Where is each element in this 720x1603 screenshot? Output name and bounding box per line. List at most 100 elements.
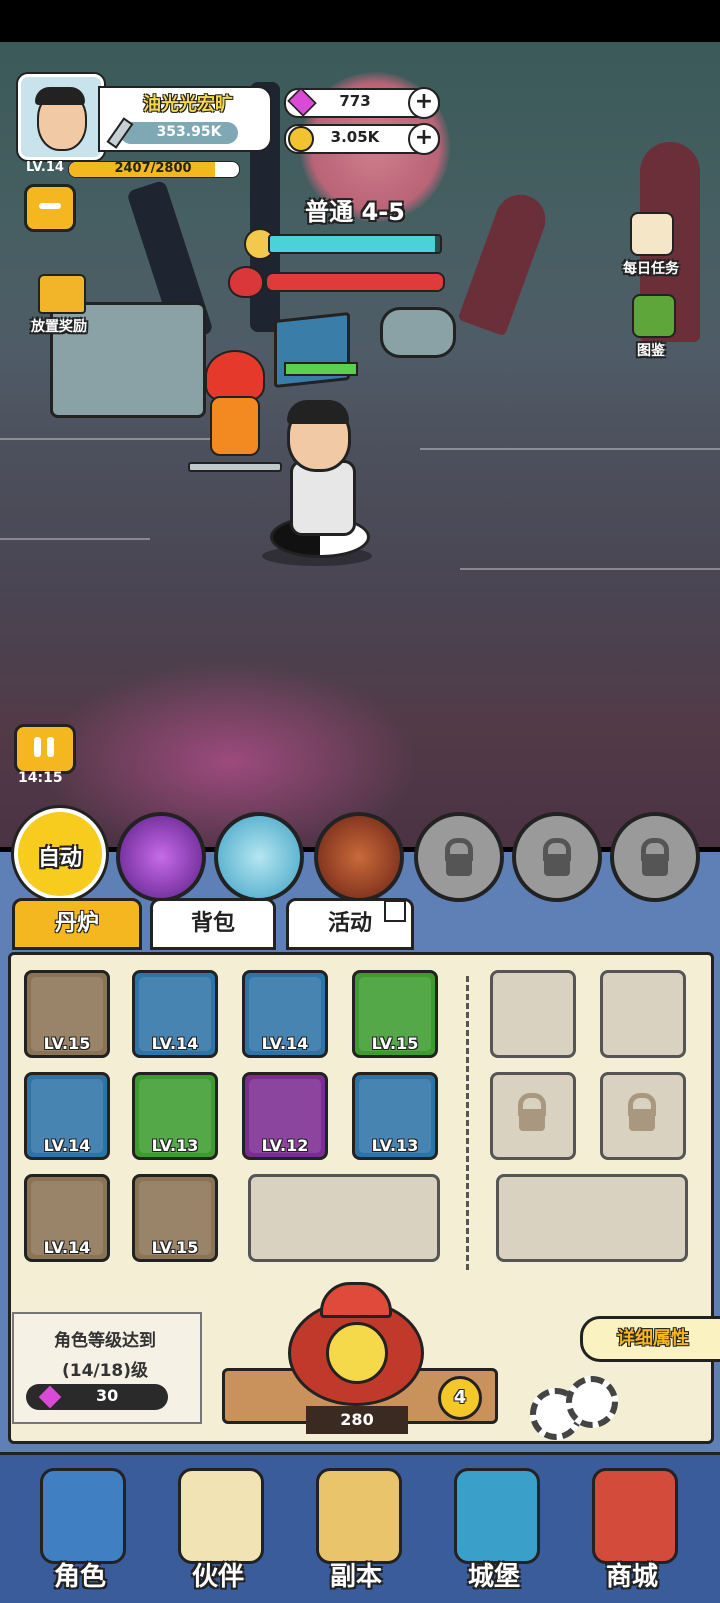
treasure-chest-icon (38, 274, 86, 314)
battle-time: 14:15 (18, 770, 63, 786)
equipment-level: LV.13 (371, 1136, 419, 1155)
companion-character (210, 396, 260, 456)
skill-slot-locked[interactable] (512, 812, 602, 902)
daily-tasks-button[interactable]: 每日任务 (606, 208, 696, 282)
equipment-slot[interactable]: LV.14 (242, 970, 328, 1058)
nav-partner-icon (178, 1468, 264, 1564)
rune-slot-circle[interactable] (490, 970, 576, 1058)
equipment-level: LV.15 (43, 1034, 91, 1053)
pause-icon (34, 737, 41, 757)
stage-label: 普通 4-5 (305, 198, 405, 226)
equipment-slot[interactable]: LV.12 (242, 1072, 328, 1160)
flying-sword (188, 462, 282, 472)
gem-cost: 30 (96, 1386, 119, 1405)
divider (466, 976, 469, 1270)
equipment-slot[interactable]: LV.15 (132, 1174, 218, 1262)
equipment-slot[interactable]: LV.13 (132, 1072, 218, 1160)
furnace-level-badge: 4 (438, 1376, 482, 1420)
menu-button[interactable] (24, 184, 76, 232)
codex-button[interactable]: 图鉴 (606, 290, 696, 364)
boss-fill (267, 274, 443, 290)
lock-icon (642, 854, 668, 876)
enemy-monitor (274, 312, 350, 388)
detail-attributes-button[interactable]: 详细属性 (580, 1316, 720, 1362)
rock (380, 307, 456, 358)
nav-label: 伙伴 (191, 1562, 244, 1592)
tab-backpack[interactable]: 背包 (150, 898, 276, 950)
auto-label: 自动 (37, 846, 82, 871)
nav-partner[interactable]: 伙伴 (156, 1460, 280, 1596)
lock-icon (519, 1109, 545, 1131)
equipment-slot[interactable]: LV.15 (352, 970, 438, 1058)
idle-reward-button[interactable]: 放置奖励 (14, 268, 104, 340)
codex-label: 图鉴 (637, 343, 665, 359)
status-bar (0, 0, 720, 42)
gear-icon[interactable] (566, 1376, 618, 1428)
equipment-slot[interactable]: LV.14 (24, 1174, 110, 1262)
nav-dungeon[interactable]: 副本 (294, 1460, 418, 1596)
tab-furnace[interactable]: 丹炉 (12, 898, 142, 950)
enemy-health-bar (284, 362, 358, 376)
stage-timer-bar (268, 234, 442, 254)
nav-character[interactable]: 角色 (18, 1460, 142, 1596)
play-arrow-icon (384, 900, 406, 922)
nav-character-icon (40, 1468, 126, 1564)
requirement-line2: (14/18)级 (61, 1361, 149, 1381)
companion-hair (205, 350, 265, 402)
daily-tasks-label: 每日任务 (623, 261, 679, 277)
player-avatar[interactable] (18, 74, 104, 160)
boss-health-bar (265, 272, 445, 292)
rune-slot-star[interactable] (600, 970, 686, 1058)
book-icon (632, 294, 676, 338)
pause-button[interactable] (14, 724, 76, 774)
equipment-level: LV.15 (151, 1238, 199, 1257)
task-list-icon (630, 212, 674, 256)
nav-dungeon-icon (316, 1468, 402, 1564)
ground-line (420, 448, 720, 450)
equipment-slot[interactable]: LV.14 (24, 1072, 110, 1160)
add-coins-button[interactable]: + (408, 123, 440, 155)
lock-icon (446, 854, 472, 876)
equipment-level: LV.15 (371, 1034, 419, 1053)
rune-slot-locked[interactable] (600, 1072, 686, 1160)
add-gems-button[interactable]: + (408, 87, 440, 119)
pause-icon (47, 737, 54, 757)
nav-label: 角色 (53, 1562, 106, 1592)
lock-icon (544, 854, 570, 876)
requirement-line1: 角色等级达到 (54, 1331, 156, 1351)
nav-shop-icon (592, 1468, 678, 1564)
minus-icon (39, 203, 61, 209)
skill-ice-beast[interactable] (214, 812, 304, 902)
lock-icon (629, 1109, 655, 1131)
equipment-slot[interactable]: LV.14 (132, 970, 218, 1058)
gem-value: 773 (339, 92, 371, 110)
furnace-value: 280 (306, 1406, 408, 1434)
skill-slot-locked[interactable] (414, 812, 504, 902)
timer-fill (270, 236, 435, 252)
coin-value: 3.05K (330, 128, 380, 146)
equipment-slot[interactable]: LV.13 (352, 1072, 438, 1160)
skill-demon-face[interactable] (314, 812, 404, 902)
devil-icon (228, 266, 264, 298)
skill-vortex[interactable] (116, 812, 206, 902)
equipment-level: LV.14 (261, 1034, 309, 1053)
equipment-level: LV.14 (43, 1238, 91, 1257)
fire-symbol-icon (326, 1322, 388, 1384)
equipment-level: LV.14 (151, 1034, 199, 1053)
formation-slot[interactable] (248, 1174, 440, 1262)
nav-castle[interactable]: 城堡 (432, 1460, 556, 1596)
rune-slot-locked[interactable] (490, 1072, 576, 1160)
auto-battle-button[interactable]: 自动 (14, 808, 106, 900)
hero-hair (287, 400, 349, 424)
equipment-level: LV.14 (43, 1136, 91, 1155)
nav-label: 城堡 (467, 1562, 520, 1592)
nav-castle-icon (454, 1468, 540, 1564)
nav-label: 副本 (329, 1562, 382, 1592)
nav-shop[interactable]: 商城 (570, 1460, 694, 1596)
avatar-hair (35, 87, 85, 105)
weapon-slot[interactable] (496, 1174, 688, 1262)
skill-slot-locked[interactable] (610, 812, 700, 902)
tree-silhouette (457, 187, 553, 337)
equipment-level: LV.13 (151, 1136, 199, 1155)
equipment-slot[interactable]: LV.15 (24, 970, 110, 1058)
